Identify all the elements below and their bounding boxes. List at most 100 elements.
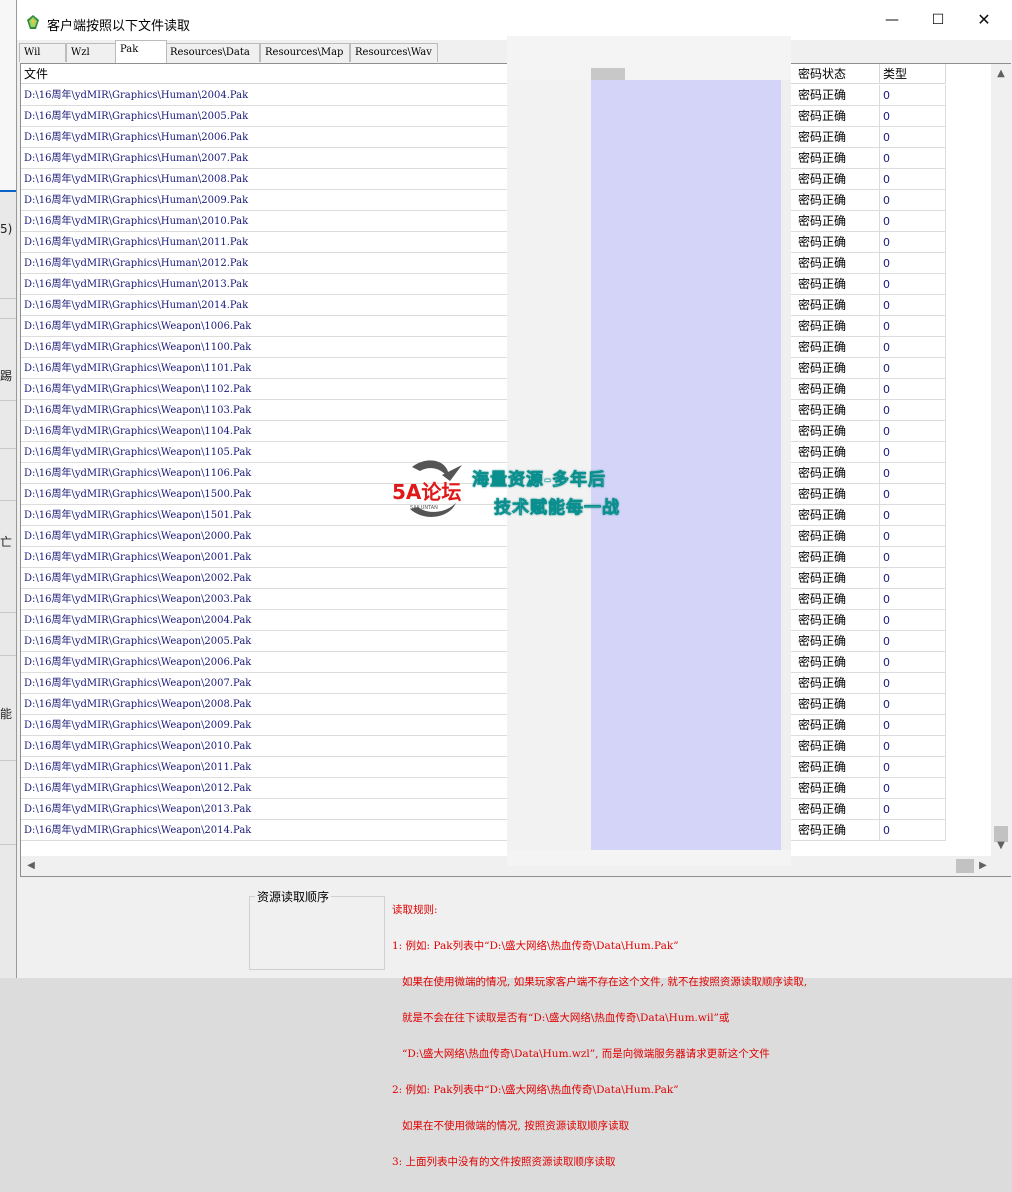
table-row[interactable]: D:\16周年\ydMIR\Graphics\Human\2013.Pak 密码正…: [21, 274, 946, 295]
column-header-file[interactable]: 文件: [21, 64, 510, 84]
maximize-button[interactable]: ☐: [915, 0, 961, 40]
tab-resources-map[interactable]: Resources\Map: [260, 43, 350, 62]
table-row[interactable]: D:\16周年\ydMIR\Graphics\Human\2005.Pak 密码正…: [21, 106, 946, 127]
tab-pak[interactable]: Pak: [115, 40, 167, 63]
table-row[interactable]: D:\16周年\ydMIR\Graphics\Human\2006.Pak 密码正…: [21, 127, 946, 148]
rule-line: 2: 例如: Pak列表中“D:\盛大网络\热血传奇\Data\Hum.Pak”: [392, 1084, 679, 1096]
background-line: [0, 655, 16, 656]
tab-resources-data[interactable]: Resources\Data: [165, 43, 260, 62]
mosaic-block: [731, 280, 781, 290]
mosaic-block: [661, 650, 731, 660]
minimize-button[interactable]: —: [869, 0, 915, 40]
password-status-cell: 密码正确: [795, 589, 880, 610]
type-cell: 0: [880, 568, 946, 589]
table-row[interactable]: D:\16周年\ydMIR\Graphics\Weapon\1103.Pak 密码…: [21, 400, 946, 421]
mosaic-block: [507, 540, 591, 550]
column-header-status[interactable]: 密码状态: [795, 64, 880, 84]
horizontal-scrollbar[interactable]: ◀ ▶: [21, 856, 991, 876]
mosaic-block: [731, 250, 781, 260]
table-row[interactable]: D:\16周年\ydMIR\Graphics\Human\2008.Pak 密码正…: [21, 169, 946, 190]
close-button[interactable]: ✕: [961, 0, 1007, 40]
tab-wzl[interactable]: Wzl: [66, 43, 116, 62]
table-row[interactable]: D:\16周年\ydMIR\Graphics\Human\2010.Pak 密码正…: [21, 211, 946, 232]
mosaic-block: [781, 350, 791, 360]
scroll-up-icon[interactable]: ▲: [991, 64, 1011, 84]
mosaic-block: [781, 530, 791, 540]
mosaic-block: [731, 630, 781, 640]
mosaic-block: [781, 340, 791, 350]
table-row[interactable]: D:\16周年\ydMIR\Graphics\Human\2009.Pak 密码正…: [21, 190, 946, 211]
table-row[interactable]: D:\16周年\ydMIR\Graphics\Weapon\2009.Pak 密码…: [21, 715, 946, 736]
table-row[interactable]: D:\16周年\ydMIR\Graphics\Weapon\2013.Pak 密码…: [21, 799, 946, 820]
mosaic-block: [591, 650, 661, 660]
table-row[interactable]: D:\16周年\ydMIR\Graphics\Weapon\2002.Pak 密码…: [21, 568, 946, 589]
password-status-cell: 密码正确: [795, 211, 880, 232]
mosaic-block: [731, 740, 781, 750]
table-row[interactable]: D:\16周年\ydMIR\Graphics\Human\2012.Pak 密码正…: [21, 253, 946, 274]
mosaic-block: [591, 330, 661, 340]
mosaic-block: [661, 140, 731, 150]
column-header-type[interactable]: 类型: [880, 64, 946, 84]
mosaic-block: [781, 520, 791, 530]
table-row[interactable]: D:\16周年\ydMIR\Graphics\Weapon\1102.Pak 密码…: [21, 379, 946, 400]
tab-resources-wav[interactable]: Resources\Wav: [350, 43, 438, 62]
mosaic-block: [661, 790, 731, 800]
horizontal-scroll-thumb[interactable]: [956, 859, 974, 873]
table-row[interactable]: D:\16周年\ydMIR\Graphics\Weapon\2004.Pak 密码…: [21, 610, 946, 631]
scroll-down-icon[interactable]: ▼: [991, 836, 1011, 856]
mosaic-block: [591, 120, 661, 130]
window-title: 客户端按照以下文件读取: [47, 19, 191, 34]
table-row[interactable]: D:\16周年\ydMIR\Graphics\Weapon\2007.Pak 密码…: [21, 673, 946, 694]
password-status-cell: 密码正确: [795, 463, 880, 484]
table-row[interactable]: D:\16周年\ydMIR\Graphics\Weapon\2005.Pak 密码…: [21, 631, 946, 652]
vertical-scrollbar[interactable]: ▲ ▼: [991, 64, 1011, 856]
table-row[interactable]: D:\16周年\ydMIR\Graphics\Weapon\1006.Pak 密码…: [21, 316, 946, 337]
table-row[interactable]: D:\16周年\ydMIR\Graphics\Weapon\2008.Pak 密码…: [21, 694, 946, 715]
tab-wil[interactable]: Wil: [19, 43, 66, 62]
mosaic-block: [591, 190, 661, 200]
scroll-right-icon[interactable]: ▶: [973, 856, 993, 876]
scroll-left-icon[interactable]: ◀: [21, 856, 41, 876]
mosaic-block: [591, 180, 661, 190]
title-bar[interactable]: 客户端按照以下文件读取 — ☐ ✕: [17, 0, 1012, 40]
type-cell: 0: [880, 442, 946, 463]
rule-line: 如果在不使用微端的情况, 按照资源读取顺序读取: [392, 1120, 630, 1132]
file-path-cell: D:\16周年\ydMIR\Graphics\Weapon\2013.Pak: [21, 799, 510, 820]
table-row[interactable]: D:\16周年\ydMIR\Graphics\Weapon\2001.Pak 密码…: [21, 547, 946, 568]
mosaic-block: [731, 540, 781, 550]
mosaic-block: [781, 380, 791, 390]
mosaic-block: [507, 580, 591, 590]
mosaic-block: [507, 140, 591, 150]
password-status-cell: 密码正确: [795, 484, 880, 505]
table-row[interactable]: D:\16周年\ydMIR\Graphics\Weapon\2006.Pak 密码…: [21, 652, 946, 673]
table-row[interactable]: D:\16周年\ydMIR\Graphics\Weapon\2011.Pak 密码…: [21, 757, 946, 778]
table-row[interactable]: D:\16周年\ydMIR\Graphics\Weapon\2014.Pak 密码…: [21, 820, 946, 841]
table-row[interactable]: D:\16周年\ydMIR\Graphics\Human\2007.Pak 密码正…: [21, 148, 946, 169]
mosaic-block: [731, 100, 781, 110]
mosaic-block: [661, 690, 731, 700]
mosaic-block: [591, 100, 661, 110]
mosaic-block: [731, 530, 781, 540]
table-row[interactable]: D:\16周年\ydMIR\Graphics\Human\2011.Pak 密码正…: [21, 232, 946, 253]
mosaic-block: [781, 210, 791, 220]
mosaic-block: [661, 120, 731, 130]
table-row[interactable]: D:\16周年\ydMIR\Graphics\Weapon\1101.Pak 密码…: [21, 358, 946, 379]
mosaic-block: [731, 460, 781, 470]
table-row[interactable]: D:\16周年\ydMIR\Graphics\Weapon\1100.Pak 密码…: [21, 337, 946, 358]
table-row[interactable]: D:\16周年\ydMIR\Graphics\Weapon\2000.Pak 密码…: [21, 526, 946, 547]
table-row[interactable]: D:\16周年\ydMIR\Graphics\Weapon\2012.Pak 密码…: [21, 778, 946, 799]
mosaic-block: [731, 490, 781, 500]
password-status-cell: 密码正确: [795, 778, 880, 799]
mosaic-block: [507, 200, 591, 210]
mosaic-block: [661, 830, 731, 840]
table-row[interactable]: D:\16周年\ydMIR\Graphics\Human\2014.Pak 密码正…: [21, 295, 946, 316]
mosaic-block: [781, 700, 791, 710]
table-row[interactable]: D:\16周年\ydMIR\Graphics\Weapon\2003.Pak 密码…: [21, 589, 946, 610]
table-row[interactable]: D:\16周年\ydMIR\Graphics\Weapon\1104.Pak 密码…: [21, 421, 946, 442]
type-cell: 0: [880, 379, 946, 400]
table-row[interactable]: D:\16周年\ydMIR\Graphics\Weapon\2010.Pak 密码…: [21, 736, 946, 757]
file-path-cell: D:\16周年\ydMIR\Graphics\Human\2014.Pak: [21, 295, 510, 316]
background-line: [0, 448, 16, 449]
mosaic-block: [507, 270, 591, 280]
table-row[interactable]: D:\16周年\ydMIR\Graphics\Human\2004.Pak 密码正…: [21, 85, 946, 106]
